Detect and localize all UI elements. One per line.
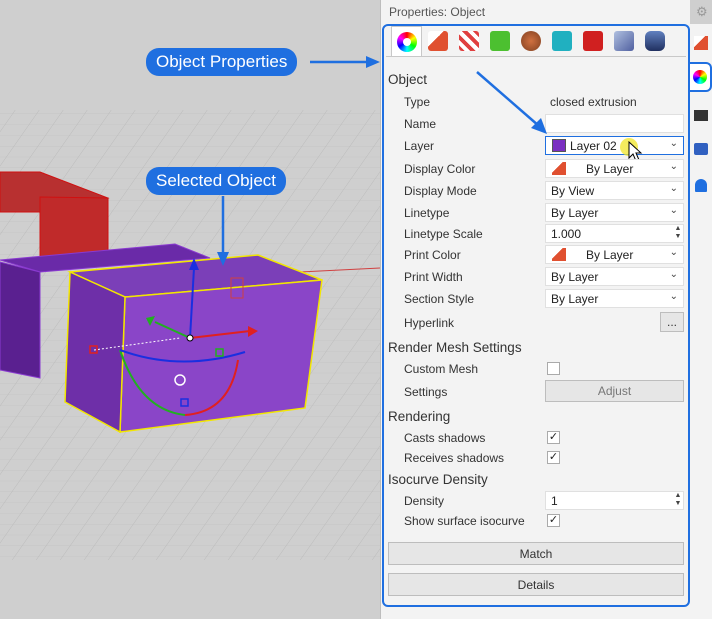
linetype-scale-value: 1.000 (551, 227, 582, 241)
adjust-button[interactable]: Adjust (545, 380, 684, 402)
name-input[interactable] (545, 114, 684, 133)
linetype-dropdown[interactable]: By Layer ⌄ (545, 203, 684, 222)
layer-value: Layer 02 (570, 139, 617, 153)
tab-strip-divider (386, 56, 686, 57)
object-properties-icon[interactable] (690, 62, 712, 92)
chevron-down-icon: ⌄ (669, 183, 678, 194)
panel-title: Properties: Object (389, 5, 486, 19)
settings-gear-icon[interactable]: ⚙ (696, 4, 708, 20)
section-rendering: Rendering (388, 409, 451, 424)
camera-icon[interactable] (690, 134, 712, 164)
print-width-label: Print Width (404, 270, 463, 284)
layer-callout-arrow (476, 71, 547, 134)
linetype-scale-label: Linetype Scale (404, 227, 483, 241)
selected-object-callout: Selected Object (146, 167, 287, 195)
print-width-dropdown[interactable]: By Layer ⌄ (545, 267, 684, 286)
object-properties-callout: Object Properties (146, 48, 298, 76)
chevron-down-icon: ⌄ (669, 291, 678, 302)
chevron-down-icon: ⌄ (669, 269, 678, 280)
density-label: Density (404, 494, 445, 508)
render-mesh-icon[interactable] (515, 26, 546, 56)
chevron-down-icon: ⌄ (669, 161, 678, 172)
display-icon[interactable] (690, 100, 712, 130)
properties-panel: Properties: Object Object Type closed ex… (380, 0, 690, 619)
thickness-icon[interactable] (639, 26, 670, 56)
section-object: Object (388, 72, 428, 87)
section-isocurve-density: Isocurve Density (388, 472, 488, 487)
hyperlink-browse-button[interactable]: ... (660, 312, 684, 332)
properties-tab-strip (391, 26, 670, 56)
display-mode-value: By View (551, 184, 595, 198)
linetype-scale-input[interactable]: 1.000 ▲ ▼ (545, 224, 684, 243)
display-color-label: Display Color (404, 162, 476, 176)
spin-up-icon[interactable]: ▲ (675, 225, 682, 232)
edge-softening-icon[interactable] (546, 26, 577, 56)
density-input[interactable]: 1 ▲ ▼ (545, 491, 684, 510)
name-label: Name (404, 117, 437, 131)
material-brush-icon[interactable] (422, 26, 453, 56)
chevron-down-icon: ⌄ (669, 247, 678, 258)
casts-shadows-label: Casts shadows (404, 431, 486, 445)
print-color-label: Print Color (404, 248, 461, 262)
shut-lining-icon[interactable] (577, 26, 608, 56)
spin-down-icon[interactable]: ▼ (675, 500, 682, 507)
3d-viewport[interactable]: Object Properties Selected Object (0, 0, 380, 619)
section-style-value: By Layer (551, 292, 599, 306)
settings-label: Settings (404, 385, 448, 399)
casts-shadows-checkbox[interactable]: ✓ (547, 431, 560, 444)
display-color-dropdown[interactable]: By Layer ⌄ (545, 159, 684, 178)
receives-shadows-checkbox[interactable]: ✓ (547, 451, 560, 464)
spin-up-icon[interactable]: ▲ (675, 492, 682, 499)
details-button[interactable]: Details (388, 573, 684, 596)
display-mode-label: Display Mode (404, 184, 477, 198)
displacement-icon[interactable] (608, 26, 639, 56)
print-width-value: By Layer (551, 270, 599, 284)
custom-mesh-checkbox[interactable] (547, 362, 560, 375)
layer-color-swatch (552, 139, 566, 152)
linetype-scale-spinner[interactable]: ▲ ▼ (673, 225, 683, 242)
print-color-dropdown[interactable]: By Layer ⌄ (545, 245, 684, 264)
chevron-down-icon: ⌄ (669, 205, 678, 216)
layer-dropdown[interactable]: Layer 02 ⌄ (545, 136, 684, 162)
type-label: Type (404, 95, 431, 109)
texture-mapping-icon[interactable] (484, 26, 515, 56)
display-color-swatch-icon (552, 162, 566, 175)
receives-shadows-label: Receives shadows (404, 451, 505, 465)
print-color-swatch-icon (552, 248, 566, 261)
object-color-wheel-icon[interactable] (391, 26, 422, 56)
layer-label: Layer (404, 139, 435, 153)
density-value: 1 (551, 494, 558, 508)
decal-icon[interactable] (453, 26, 484, 56)
custom-mesh-label: Custom Mesh (404, 362, 479, 376)
material-icon[interactable] (690, 28, 712, 58)
density-spinner[interactable]: ▲ ▼ (673, 492, 683, 509)
show-isocurve-label: Show surface isocurve (404, 514, 525, 528)
spin-down-icon[interactable]: ▼ (675, 233, 682, 240)
show-isocurve-checkbox[interactable]: ✓ (547, 514, 560, 527)
print-color-value: By Layer (586, 248, 634, 262)
match-button[interactable]: Match (388, 542, 684, 565)
display-color-value: By Layer (586, 162, 634, 176)
section-style-dropdown[interactable]: By Layer ⌄ (545, 289, 684, 308)
notification-bell-icon[interactable] (690, 170, 712, 200)
chevron-down-icon: ⌄ (669, 138, 678, 149)
section-render-mesh: Render Mesh Settings (388, 340, 522, 355)
display-mode-dropdown[interactable]: By View ⌄ (545, 181, 684, 200)
linetype-label: Linetype (404, 206, 450, 220)
linetype-value: By Layer (551, 206, 599, 220)
side-tab-strip (690, 24, 712, 619)
section-style-label: Section Style (404, 292, 475, 306)
type-value: closed extrusion (550, 95, 637, 109)
hyperlink-label: Hyperlink (404, 316, 455, 330)
viewport-scene (0, 0, 380, 619)
